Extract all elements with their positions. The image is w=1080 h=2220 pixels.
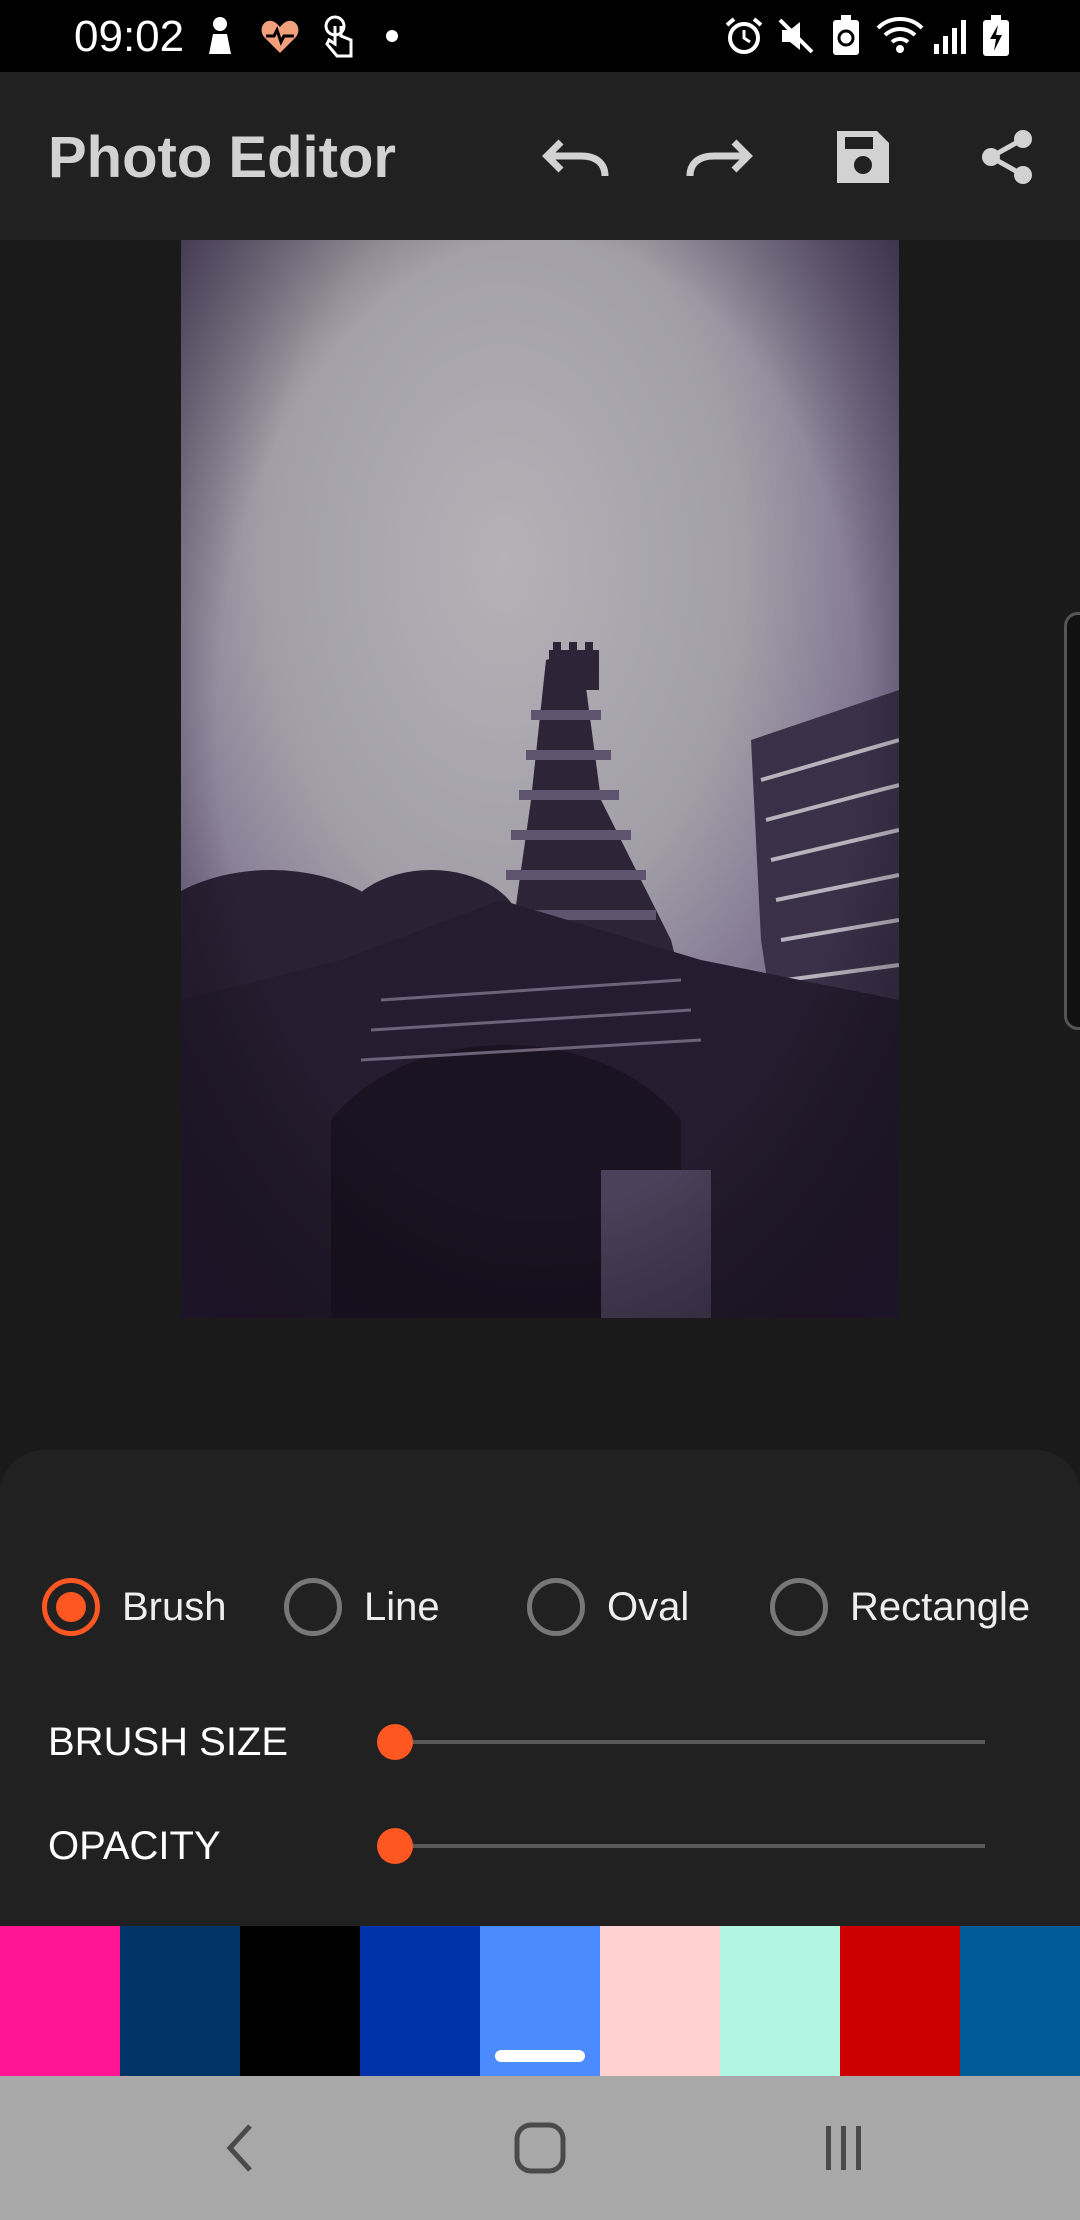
battery-charging-icon — [978, 14, 1014, 58]
photo-canvas[interactable] — [181, 240, 899, 1318]
canvas-area[interactable] — [0, 240, 1080, 1450]
color-swatch[interactable] — [480, 1926, 600, 2076]
mute-icon — [774, 14, 818, 58]
brush-size-track[interactable] — [395, 1740, 985, 1744]
signal-icon — [930, 14, 974, 58]
navigation-bar — [0, 2076, 1080, 2220]
color-swatch[interactable] — [720, 1926, 840, 2076]
radio-circle — [527, 1578, 585, 1636]
status-time: 09:02 — [74, 12, 185, 61]
color-swatch[interactable] — [120, 1926, 240, 2076]
radio-rectangle[interactable]: Rectangle — [770, 1562, 1030, 1652]
wifi-icon — [874, 14, 926, 58]
alarm-icon — [722, 14, 766, 58]
drawing-tools-sheet: Brush Line Oval Rectangle BRUSH SIZE OPA… — [0, 1450, 1080, 1926]
opacity-label: OPACITY — [48, 1824, 221, 1868]
opacity-slider[interactable] — [377, 1828, 413, 1864]
color-swatch[interactable] — [840, 1926, 960, 2076]
brush-size-row: BRUSH SIZE — [0, 1702, 1080, 1782]
color-palette — [0, 1926, 1080, 2076]
radio-label: Rectangle — [850, 1584, 1031, 1629]
radio-circle — [770, 1578, 828, 1636]
share-icon[interactable] — [962, 112, 1052, 202]
app-title: Photo Editor — [48, 125, 396, 190]
radio-line[interactable]: Line — [284, 1562, 440, 1652]
brush-size-slider[interactable] — [377, 1724, 413, 1760]
opacity-row: OPACITY — [0, 1806, 1080, 1886]
save-icon[interactable] — [818, 112, 908, 202]
radio-oval[interactable]: Oval — [527, 1562, 689, 1652]
color-swatch[interactable] — [960, 1926, 1080, 2076]
app-bar: Photo Editor — [0, 72, 1080, 240]
color-swatch[interactable] — [240, 1926, 360, 2076]
status-bar: 09:02 — [0, 0, 1080, 72]
color-swatch[interactable] — [600, 1926, 720, 2076]
baby-icon — [200, 14, 240, 58]
selected-color-indicator — [495, 2050, 585, 2062]
brush-size-label: BRUSH SIZE — [48, 1720, 289, 1764]
radio-circle-checked — [42, 1578, 100, 1636]
back-icon[interactable] — [210, 2118, 270, 2178]
home-icon[interactable] — [510, 2118, 570, 2178]
touch-icon — [318, 14, 358, 58]
heart-rate-icon — [258, 14, 302, 58]
radio-label: Brush — [122, 1584, 227, 1629]
dot-icon — [386, 30, 398, 42]
battery-saver-icon — [826, 14, 866, 58]
color-swatch[interactable] — [360, 1926, 480, 2076]
recents-icon[interactable] — [814, 2118, 874, 2178]
redo-icon[interactable] — [674, 112, 764, 202]
radio-label: Line — [364, 1584, 440, 1629]
radio-brush[interactable]: Brush — [42, 1562, 227, 1652]
color-swatch[interactable] — [0, 1926, 120, 2076]
radio-label: Oval — [607, 1584, 690, 1629]
undo-icon[interactable] — [531, 112, 621, 202]
shape-radio-group: Brush Line Oval Rectangle — [0, 1562, 1080, 1652]
opacity-track[interactable] — [395, 1844, 985, 1848]
radio-circle — [284, 1578, 342, 1636]
edge-panel-handle[interactable] — [1064, 612, 1080, 1030]
